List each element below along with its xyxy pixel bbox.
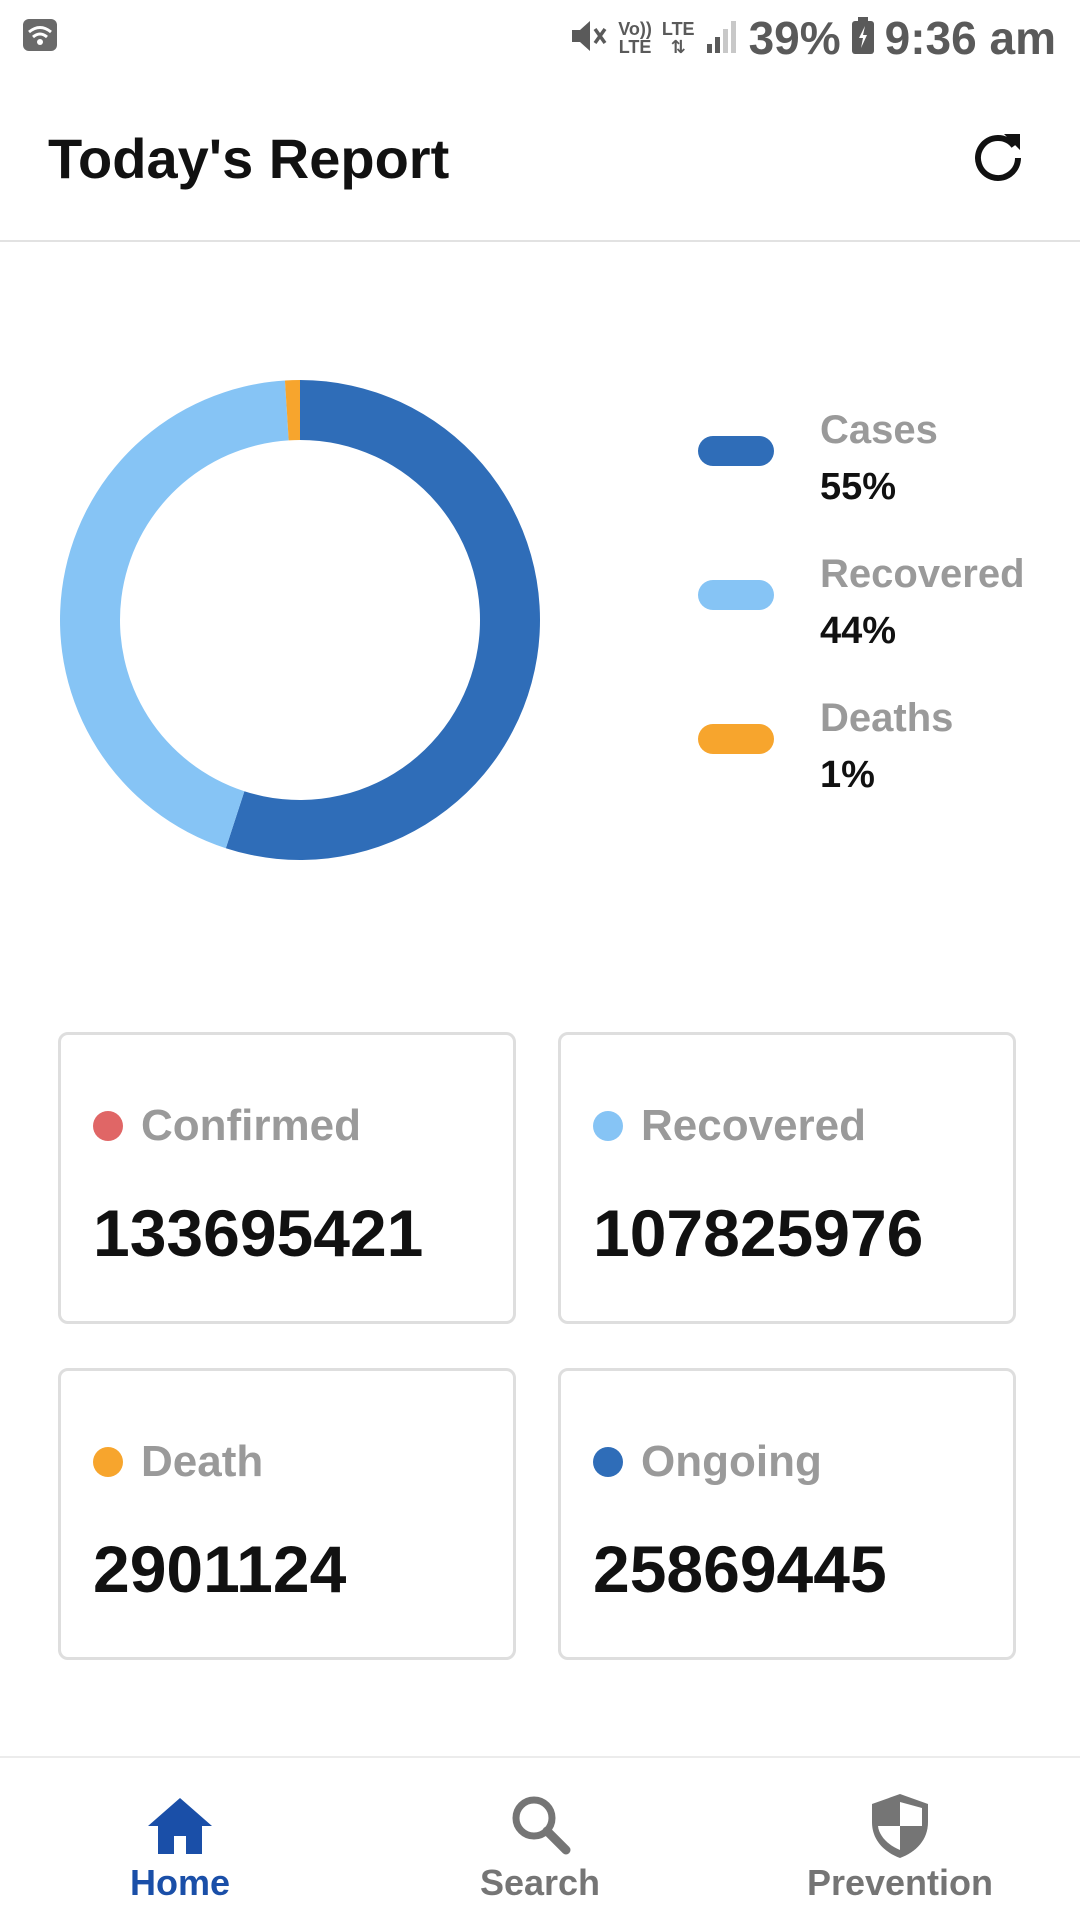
donut-slice-cases <box>225 380 540 860</box>
nav-label: Search <box>479 1862 601 1903</box>
legend-label: Deaths <box>820 696 954 740</box>
refresh-icon <box>975 134 1021 181</box>
stat-value: 2901124 <box>93 1532 347 1606</box>
page-title: Today's Report <box>48 127 450 190</box>
battery-icon <box>851 16 875 60</box>
battery-percent: 39% <box>748 12 841 64</box>
nav-item-search[interactable]: Search <box>360 1758 720 1922</box>
donut-chart <box>59 380 540 860</box>
legend-label: Recovered <box>820 552 1025 596</box>
stat-label: Ongoing <box>641 1437 822 1486</box>
mute-icon <box>568 17 608 60</box>
nav-label: Prevention <box>806 1862 994 1903</box>
signal-icon <box>705 18 739 59</box>
nav-item-home[interactable]: Home <box>0 1758 360 1922</box>
lte-indicator: LTE ⇅ <box>661 19 695 57</box>
status-bar: Vo)) LTE LTE ⇅ 39% 9:36 am <box>0 0 1080 76</box>
stat-label: Confirmed <box>141 1101 361 1150</box>
stat-value: 25869445 <box>593 1532 887 1606</box>
clock: 9:36 am <box>884 12 1056 64</box>
status-dot <box>93 1111 123 1141</box>
donut-slice-recovered <box>59 380 289 849</box>
chart-area: Cases 55% Recovered 44% Deaths 1% <box>0 330 1080 890</box>
stat-value: 133695421 <box>93 1196 424 1270</box>
stat-card-recovered: Recovered 107825976 <box>558 1032 1016 1324</box>
legend-swatch-deaths <box>698 724 774 754</box>
refresh-button[interactable] <box>968 126 1028 186</box>
status-dot <box>593 1447 623 1477</box>
stat-card-death: Death 2901124 <box>58 1368 516 1660</box>
stat-label: Death <box>141 1437 264 1486</box>
bottom-navigation: Home Search Prevention <box>0 1756 1080 1922</box>
legend-swatch-recovered <box>698 580 774 610</box>
legend-label: Cases <box>820 408 938 452</box>
search-icon <box>512 1796 571 1855</box>
app-bar: Today's Report <box>0 76 1080 242</box>
stat-card-ongoing: Ongoing 25869445 <box>558 1368 1016 1660</box>
stat-card-confirmed: Confirmed 133695421 <box>58 1032 516 1324</box>
legend-value: 1% <box>820 754 875 796</box>
volte-indicator: Vo)) LTE <box>618 19 652 57</box>
nav-item-prevention[interactable]: Prevention <box>720 1758 1080 1922</box>
legend-value: 44% <box>820 610 897 652</box>
status-dot <box>593 1111 623 1141</box>
home-icon <box>148 1798 212 1854</box>
shield-icon <box>872 1794 928 1858</box>
stat-value: 107825976 <box>593 1196 924 1270</box>
legend-value: 55% <box>820 466 897 508</box>
legend-swatch-cases <box>698 436 774 466</box>
nav-label: Home <box>129 1862 231 1903</box>
stat-label: Recovered <box>641 1101 867 1150</box>
wifi-icon <box>22 18 58 52</box>
status-dot <box>93 1447 123 1477</box>
